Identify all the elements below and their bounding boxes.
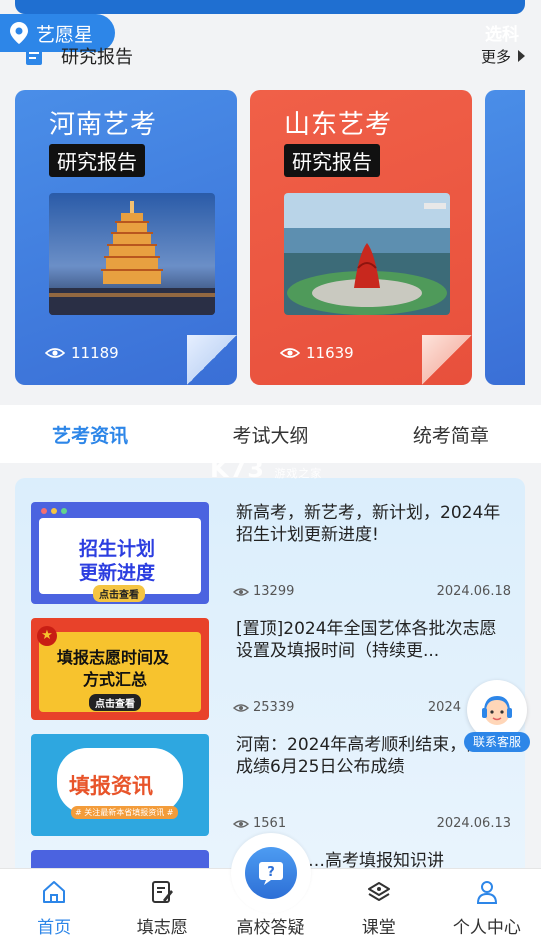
eye-icon — [280, 348, 300, 358]
edit-form-icon — [152, 881, 174, 903]
news-item[interactable]: 填报资讯 # 关注最新本省填报资讯 # 河南：2024年高考顺利结束，高考成绩6… — [31, 734, 511, 838]
more-link[interactable]: 更多 — [481, 46, 525, 67]
watermark-sub: 游戏之家 — [274, 467, 323, 480]
nav-classroom[interactable]: 课堂 — [325, 869, 433, 943]
research-section-header: 研究报告 更多 — [25, 42, 525, 70]
report-card-title: 河南艺考 — [49, 110, 158, 140]
news-item[interactable]: 招生计划 更新进度 点击查看 新高考，新艺考，新计划，2024年招生计划更新进度… — [31, 502, 511, 606]
page-curl-decoration — [187, 335, 237, 385]
thumb-line1: 招生计划 — [79, 538, 156, 560]
arrow-right-icon — [518, 50, 525, 62]
nav-label: 填志愿 — [136, 918, 188, 938]
nav-profile[interactable]: 个人中心 — [433, 869, 541, 943]
report-card-tag: 研究报告 — [284, 144, 380, 177]
user-icon — [476, 881, 497, 904]
news-date: 2024 — [427, 700, 461, 715]
thumb-line1: 填报资讯 — [69, 774, 153, 798]
nav-home[interactable]: 首页 — [0, 869, 108, 943]
view-count: 11639 — [280, 344, 354, 362]
news-views: 1561 — [233, 816, 286, 831]
home-icon — [43, 881, 66, 903]
page-curl-decoration — [422, 335, 472, 385]
college-qa-center-button[interactable]: ? — [231, 833, 311, 913]
section-title: 研究报告 — [61, 47, 133, 68]
news-views-value: 1561 — [253, 816, 287, 831]
news-headline: 新高考，新艺考，新计划，2024年招生计划更新进度! — [236, 503, 501, 545]
classroom-icon — [367, 882, 390, 901]
news-item[interactable]: ★ 填报志愿时间及 方式汇总 点击查看 [置顶]2024年全国艺体各批次志愿设置… — [31, 618, 511, 722]
more-label: 更多 — [480, 47, 511, 66]
news-views-value: 13299 — [253, 584, 295, 599]
svg-text:?: ? — [267, 865, 275, 880]
watermark-text: K73 — [210, 455, 265, 483]
tab-exam-syllabus[interactable]: 考试大纲 — [180, 421, 360, 448]
question-chat-icon: ? — [245, 847, 297, 899]
location-pin-icon — [10, 22, 28, 44]
report-card-partial[interactable] — [485, 90, 525, 385]
nav-fill-application[interactable]: 填志愿 — [108, 869, 216, 943]
view-count: 11189 — [45, 344, 119, 362]
report-card-shandong[interactable]: 山东艺考 研究报告 11639 — [250, 90, 472, 385]
nav-label: 首页 — [37, 918, 72, 938]
nav-label: 个人中心 — [452, 918, 521, 938]
thumb-line2: 方式汇总 — [83, 670, 148, 689]
eye-icon — [45, 348, 65, 358]
nav-label: 课堂 — [361, 918, 396, 938]
support-label: 联系客服 — [464, 732, 530, 752]
landmark-photo — [284, 193, 450, 315]
pagoda-photo — [49, 193, 215, 315]
thumb-line1: 填报志愿时间及 — [57, 648, 170, 667]
news-date: 2024.06.13 — [436, 816, 511, 831]
thumb-line2: # 关注最新本省填报资讯 # — [71, 806, 178, 819]
headset-agent-icon — [482, 696, 512, 725]
document-icon — [26, 47, 42, 65]
eye-icon — [233, 587, 249, 596]
thumb-line2: 更新进度 — [79, 562, 156, 584]
news-views-value: 25339 — [253, 700, 295, 715]
view-count-value: 11639 — [306, 344, 354, 362]
report-card-tag: 研究报告 — [49, 144, 145, 177]
report-card-henan[interactable]: 河南艺考 研究报告 11189 — [15, 90, 237, 385]
nav-label: 高校答疑 — [236, 918, 305, 938]
view-count-value: 11189 — [71, 344, 119, 362]
news-thumbnail: ★ 填报志愿时间及 方式汇总 点击查看 — [31, 618, 209, 720]
thumb-button: 点击查看 — [89, 694, 141, 711]
customer-support-button[interactable]: 联系客服 — [464, 680, 530, 752]
tab-art-exam-news[interactable]: 艺考资讯 — [0, 421, 180, 448]
news-headline: [置顶]2024年全国艺体各批次志愿设置及填报时间（持续更... — [236, 619, 497, 661]
eye-icon — [233, 703, 249, 712]
eye-icon — [233, 819, 249, 828]
tab-unified-exam-guide[interactable]: 统考简章 — [361, 421, 541, 448]
watermark: K73 游戏之家 — [210, 455, 322, 483]
support-avatar — [467, 680, 527, 740]
news-views: 25339 — [233, 700, 294, 715]
news-thumbnail: 招生计划 更新进度 点击查看 — [31, 502, 209, 604]
news-thumbnail: 填报资讯 # 关注最新本省填报资讯 # — [31, 734, 209, 836]
top-banner[interactable] — [15, 0, 525, 14]
thumb-button: 点击查看 — [93, 585, 145, 602]
news-date: 2024.06.18 — [436, 584, 511, 599]
report-card-title: 山东艺考 — [284, 110, 393, 140]
news-views: 13299 — [233, 584, 294, 599]
news-list: 招生计划 更新进度 点击查看 新高考，新艺考，新计划，2024年招生计划更新进度… — [15, 478, 525, 878]
